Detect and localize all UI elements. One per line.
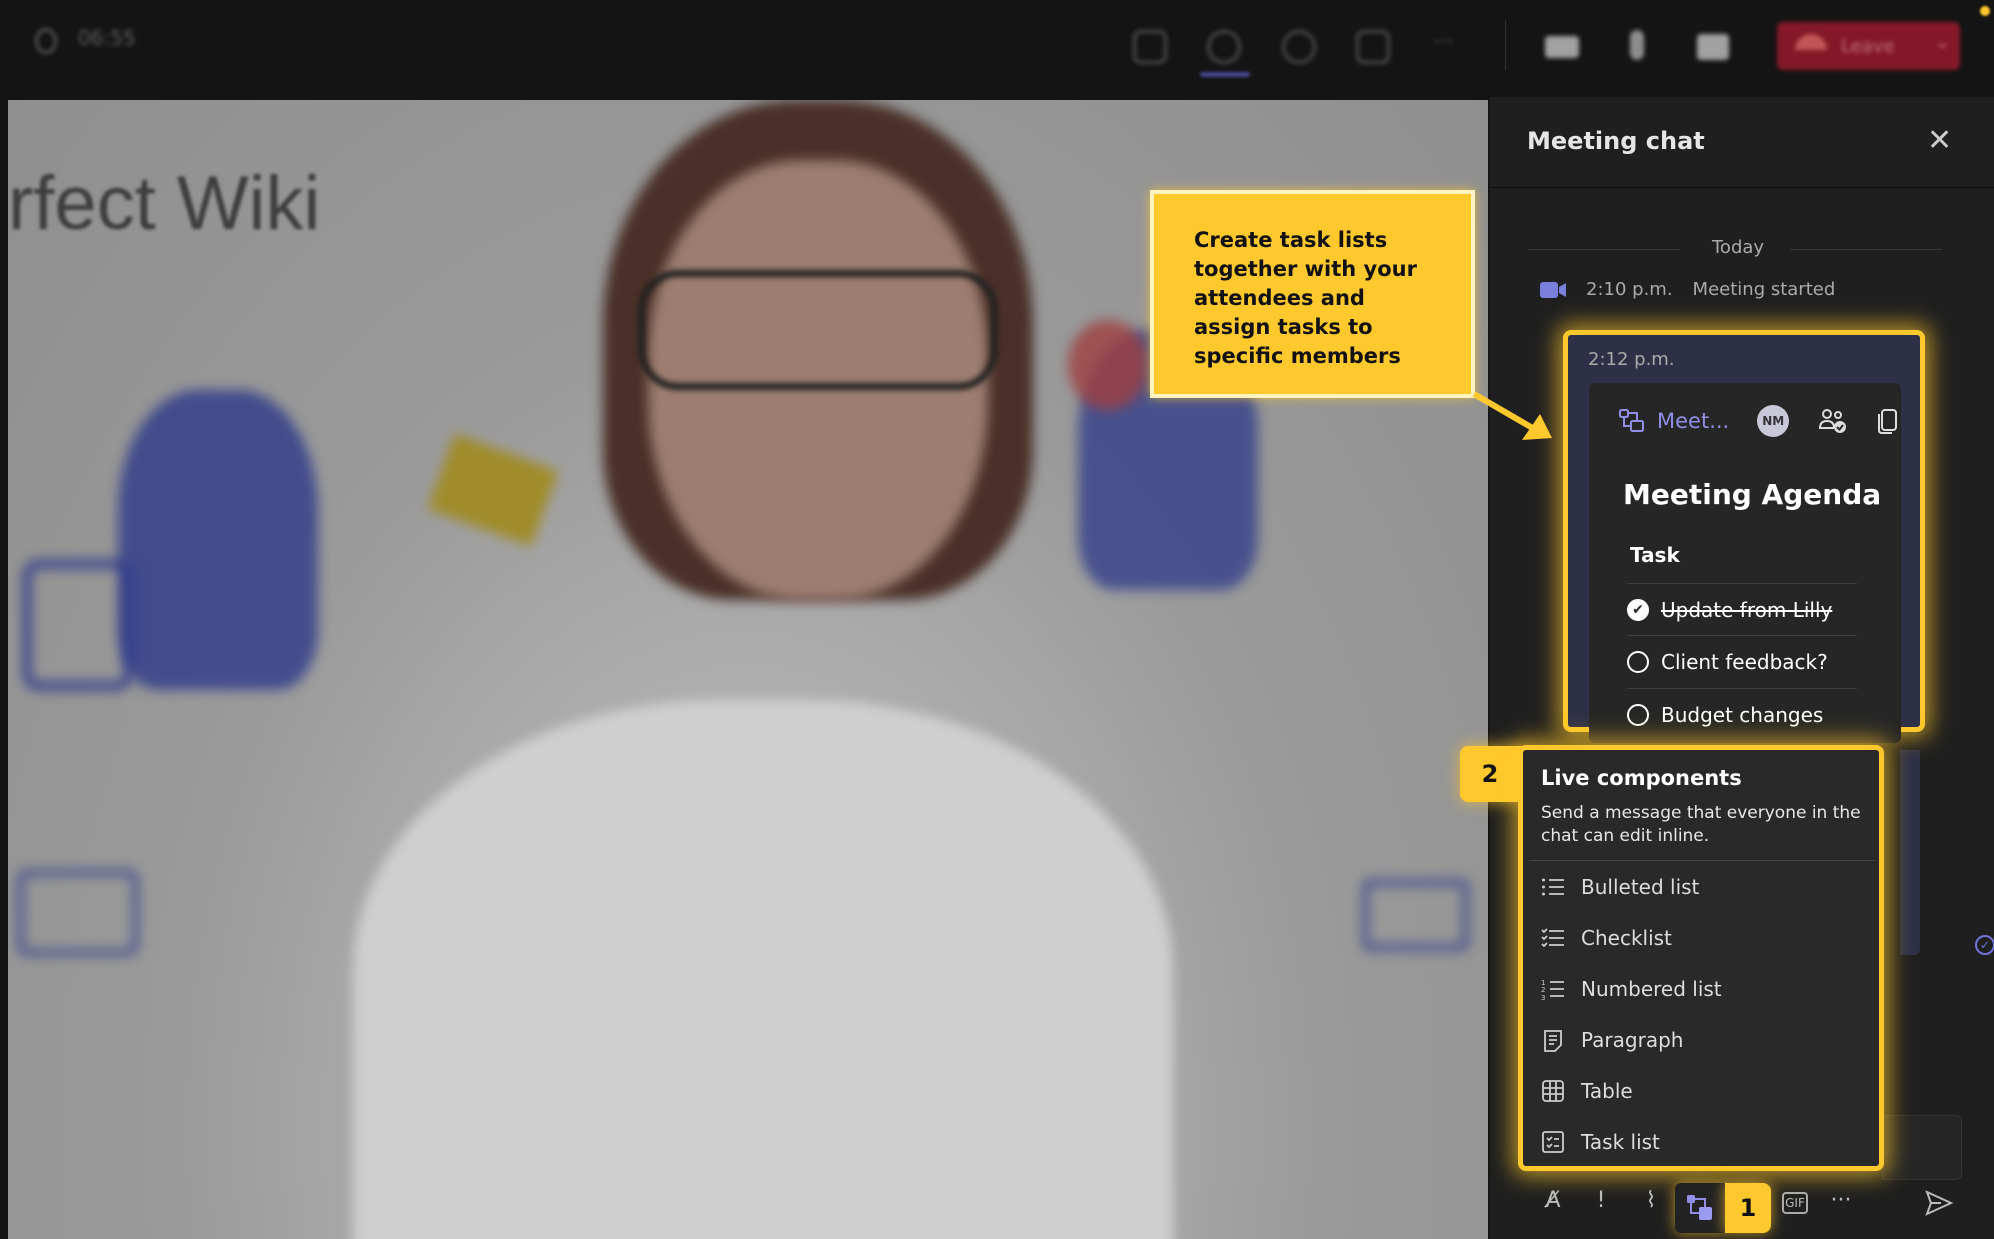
task-row[interactable]: Client feedback?: [1627, 635, 1857, 687]
live-component-message: 2:12 p.m. Meet... NM Meeting Agenda Task…: [1563, 330, 1925, 743]
illustration-bars: [18, 870, 138, 955]
message-bubble-edge: [1900, 750, 1920, 955]
illustration-hair: [1068, 320, 1148, 410]
task-label: Budget changes: [1661, 702, 1824, 727]
leave-button[interactable]: Leave ⌄: [1777, 22, 1960, 70]
read-receipt-icon: ✓: [1975, 935, 1994, 955]
live-components-button[interactable]: [1675, 1183, 1725, 1233]
task-row[interactable]: ✔ Update from Lilly: [1627, 583, 1857, 635]
illustration-mail: [1363, 880, 1468, 950]
task-label: Client feedback?: [1661, 649, 1828, 674]
tutorial-callout: Create task lists together with your att…: [1150, 190, 1475, 398]
message-time: 2:12 p.m.: [1588, 349, 1675, 370]
header-divider: [1490, 187, 1994, 188]
illustration-person-left: [118, 390, 318, 690]
column-header-task: Task: [1630, 543, 1680, 567]
task-label: Update from Lilly: [1661, 597, 1833, 622]
date-divider: Today: [1712, 237, 1765, 258]
task-list-component[interactable]: Meet... NM Meeting Agenda Task ✔ Update …: [1589, 383, 1901, 743]
menu-item-label: Bulleted list: [1581, 875, 1700, 899]
person-glasses: [638, 270, 998, 390]
people-check-icon[interactable]: [1819, 408, 1847, 434]
menu-item-label: Checklist: [1581, 926, 1672, 950]
reactions-icon[interactable]: [1282, 30, 1316, 64]
illustration-chart: [23, 560, 133, 690]
event-text: Meeting started: [1692, 279, 1836, 300]
menu-item-label: Numbered list: [1581, 977, 1722, 1001]
shield-icon: [35, 28, 57, 54]
people-icon[interactable]: [1133, 30, 1167, 64]
checked-circle-icon[interactable]: ✔: [1627, 598, 1649, 621]
table-icon: [1542, 1080, 1564, 1102]
divider: [1528, 249, 1680, 250]
menu-divider: [1529, 860, 1875, 861]
menu-item-label: Table: [1581, 1079, 1633, 1103]
close-icon[interactable]: ✕: [1927, 123, 1952, 158]
task-list-icon: [1542, 1131, 1564, 1153]
meeting-timer: 06:55: [78, 26, 136, 50]
svg-text:3: 3: [1541, 994, 1545, 1001]
menu-item-paragraph[interactable]: Paragraph: [1541, 1028, 1871, 1052]
task-row[interactable]: Budget changes: [1627, 688, 1857, 740]
share-icon[interactable]: [1356, 30, 1390, 64]
bulleted-list-icon: [1542, 878, 1564, 896]
callout-arrow-icon: [1472, 391, 1552, 440]
menu-item-table[interactable]: Table: [1541, 1079, 1871, 1103]
loop-component-icon: [1687, 1195, 1712, 1220]
chat-icon[interactable]: [1207, 30, 1241, 64]
illustration-folder: [427, 433, 559, 547]
component-title: Meeting Agenda: [1623, 478, 1882, 511]
camera-icon[interactable]: [1545, 36, 1579, 58]
person-body: [353, 700, 1173, 1239]
loop-component-icon: [1619, 409, 1644, 432]
meeting-started-event: 2:10 p.m. Meeting started: [1540, 279, 1835, 300]
active-tab-indicator: [1200, 72, 1250, 77]
copy-icon[interactable]: [1877, 408, 1899, 434]
mic-icon[interactable]: [1630, 30, 1644, 60]
attach-icon[interactable]: ⌇: [1636, 1188, 1666, 1218]
video-camera-icon: [1540, 281, 1566, 298]
divider: [1505, 20, 1506, 70]
leave-label: Leave: [1841, 35, 1895, 57]
panel-title: Meeting chat: [1527, 127, 1705, 155]
meeting-top-bar: 06:55 ··· Leave ⌄: [0, 0, 1994, 100]
more-icon[interactable]: ···: [1433, 30, 1454, 55]
step-badge-1: 1: [1725, 1183, 1771, 1233]
numbered-list-icon: 123: [1541, 979, 1564, 1001]
menu-title: Live components: [1541, 766, 1742, 790]
status-dot: [1980, 6, 1990, 16]
unchecked-circle-icon[interactable]: [1627, 703, 1649, 726]
share-screen-icon[interactable]: [1697, 34, 1729, 60]
component-header: Meet... NM: [1619, 405, 1899, 437]
avatar: NM: [1757, 405, 1790, 437]
component-name-link[interactable]: Meet...: [1657, 409, 1729, 433]
divider: [1790, 249, 1942, 250]
unchecked-circle-icon[interactable]: [1627, 650, 1649, 673]
menu-item-bulleted-list[interactable]: Bulleted list: [1541, 875, 1871, 899]
live-components-menu: Live components Send a message that ever…: [1518, 745, 1884, 1171]
step-badge-2: 2: [1460, 746, 1526, 802]
menu-item-numbered-list[interactable]: 123 Numbered list: [1541, 977, 1871, 1001]
more-options-icon[interactable]: ···: [1826, 1188, 1856, 1218]
phone-icon: [1795, 34, 1827, 50]
paragraph-icon: [1544, 1030, 1562, 1052]
checklist-icon: [1541, 928, 1564, 948]
background-wiki-text: rfect Wiki: [8, 161, 321, 246]
menu-description: Send a message that everyone in the chat…: [1541, 803, 1861, 846]
event-time: 2:10 p.m.: [1586, 279, 1673, 300]
chevron-down-icon[interactable]: ⌄: [1935, 32, 1950, 53]
svg-text:2: 2: [1541, 986, 1545, 994]
menu-item-task-list[interactable]: Task list: [1541, 1130, 1871, 1154]
message-input[interactable]: [1882, 1115, 1962, 1180]
send-icon[interactable]: [1924, 1188, 1954, 1218]
important-icon[interactable]: !: [1586, 1188, 1616, 1218]
menu-item-checklist[interactable]: Checklist: [1541, 926, 1871, 950]
menu-item-label: Task list: [1581, 1130, 1660, 1154]
format-icon[interactable]: A̸: [1538, 1188, 1568, 1218]
gif-button[interactable]: GIF: [1782, 1192, 1808, 1214]
menu-item-label: Paragraph: [1581, 1028, 1684, 1052]
